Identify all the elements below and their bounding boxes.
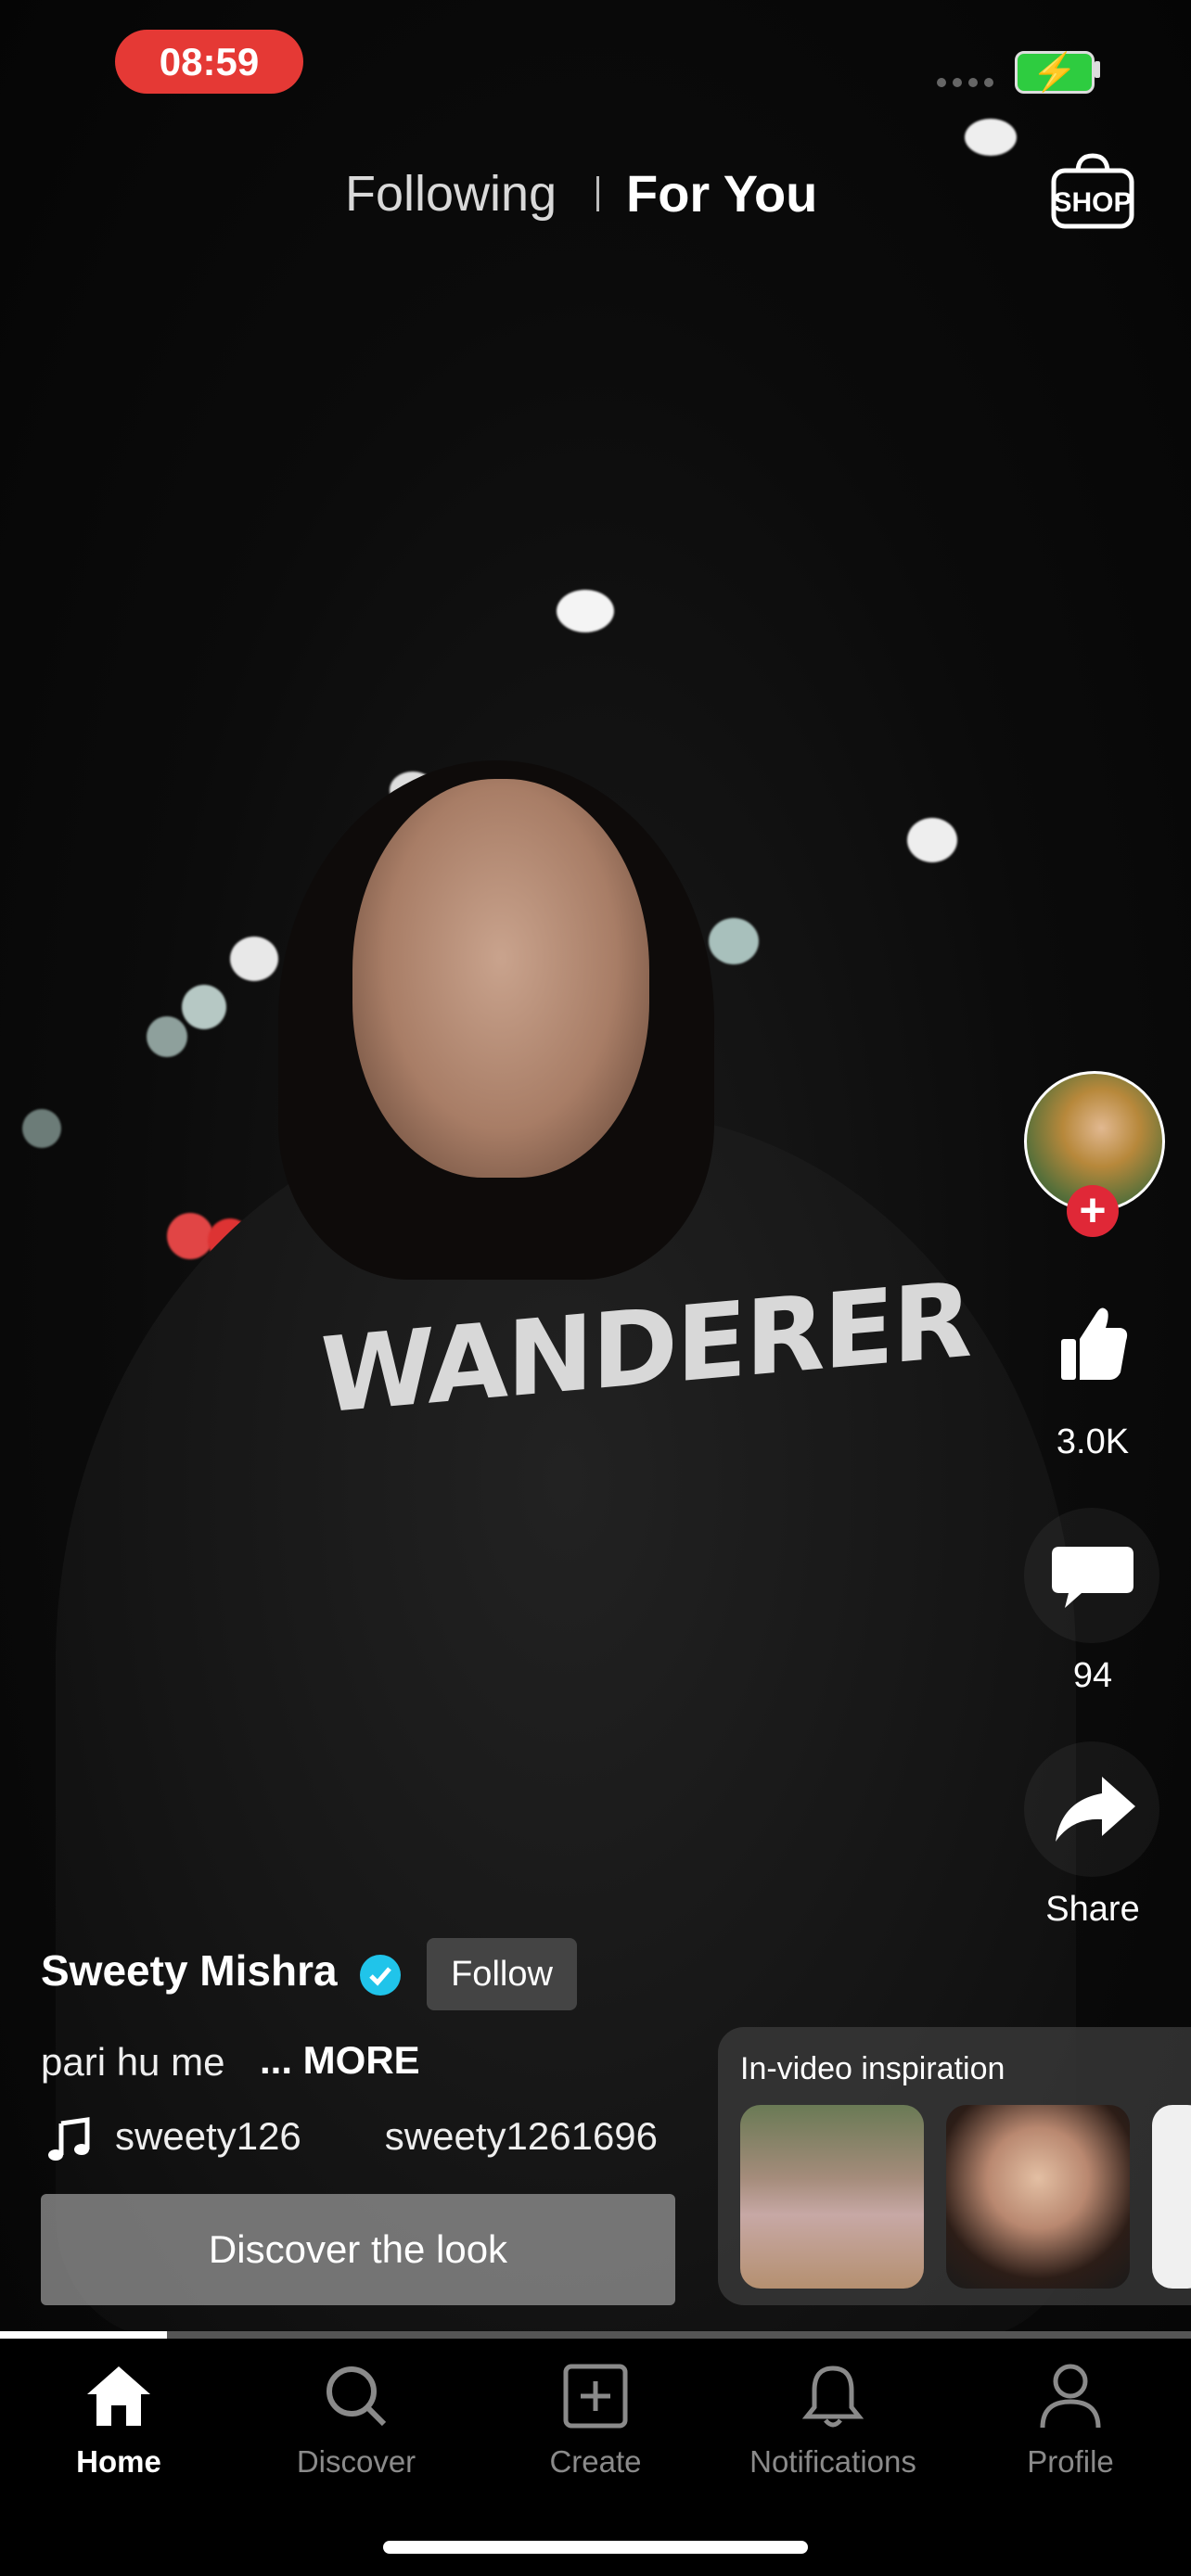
nav-label: Home <box>76 2444 161 2479</box>
music-ticker[interactable]: sweety126 sweety1261696 <box>115 2114 690 2159</box>
bokeh-light <box>22 1109 61 1148</box>
verified-badge-icon <box>360 1955 401 1996</box>
tab-following[interactable]: Following <box>345 165 557 223</box>
nav-label: Profile <box>1027 2444 1114 2479</box>
battery-nub <box>1095 61 1100 78</box>
comment-bubble-icon <box>1052 1547 1133 1608</box>
nav-notifications[interactable]: Notifications <box>722 2361 944 2480</box>
creator-name[interactable]: Sweety Mishra <box>41 1945 338 1996</box>
bokeh-light <box>182 985 226 1029</box>
signal-icon <box>937 78 993 87</box>
thumbs-up-icon <box>1061 1307 1128 1380</box>
share-label: Share <box>1045 1890 1140 1929</box>
bokeh-light-red <box>167 1213 213 1259</box>
follow-plus-button[interactable]: + <box>1067 1185 1119 1237</box>
charging-icon: ⚡ <box>1031 52 1078 93</box>
bokeh-light <box>965 119 1017 156</box>
like-count: 3.0K <box>1056 1422 1130 1461</box>
shop-button[interactable]: SHOP <box>1050 150 1135 230</box>
music-title: sweety126 <box>115 2114 301 2158</box>
face-shape <box>352 779 649 1178</box>
nav-discover[interactable]: Discover <box>245 2361 467 2480</box>
follow-button[interactable]: Follow <box>427 1938 577 2010</box>
status-time: 08:59 <box>115 30 303 94</box>
nav-label: Discover <box>296 2444 416 2479</box>
create-plus-icon <box>563 2364 628 2429</box>
bokeh-light <box>147 1016 187 1057</box>
bokeh-light <box>230 937 278 981</box>
inspiration-title: In-video inspiration <box>740 2051 1005 2086</box>
shopping-bag-icon: SHOP <box>1051 153 1134 229</box>
music-title-repeat: sweety1261696 <box>384 2114 659 2158</box>
tab-divider <box>596 176 599 211</box>
inspiration-thumbnail[interactable] <box>1152 2105 1191 2289</box>
nav-create[interactable]: Create <box>484 2361 707 2480</box>
video-progress-track[interactable] <box>0 2331 1191 2339</box>
comment-count: 94 <box>1072 1656 1113 1695</box>
comment-button[interactable] <box>1024 1526 1159 1628</box>
discover-the-look-button[interactable]: Discover the look <box>41 2194 675 2305</box>
inspiration-thumbnail[interactable] <box>946 2105 1130 2289</box>
bokeh-light <box>907 818 957 862</box>
nav-label: Create <box>549 2444 642 2479</box>
search-icon <box>327 2366 387 2427</box>
inspiration-thumbnail[interactable] <box>740 2105 924 2289</box>
tab-for-you[interactable]: For You <box>626 163 817 223</box>
bokeh-light <box>557 590 614 632</box>
bokeh-light <box>709 918 759 964</box>
music-note-icon <box>46 2116 95 2164</box>
share-arrow-icon <box>1056 1777 1135 1842</box>
bell-icon <box>801 2366 864 2428</box>
share-button[interactable] <box>1024 1760 1159 1862</box>
more-button[interactable]: ... MORE <box>260 2038 420 2083</box>
like-button[interactable] <box>1024 1294 1159 1396</box>
home-icon <box>87 2366 150 2426</box>
nav-home[interactable]: Home <box>7 2361 230 2480</box>
nav-profile[interactable]: Profile <box>959 2361 1182 2480</box>
nav-label: Notifications <box>749 2444 916 2479</box>
video-progress-fill <box>0 2331 167 2339</box>
post-caption: pari hu me <box>41 2040 225 2084</box>
svg-text:SHOP: SHOP <box>1053 187 1132 218</box>
home-indicator[interactable] <box>383 2541 808 2554</box>
person-icon <box>1040 2364 1101 2429</box>
